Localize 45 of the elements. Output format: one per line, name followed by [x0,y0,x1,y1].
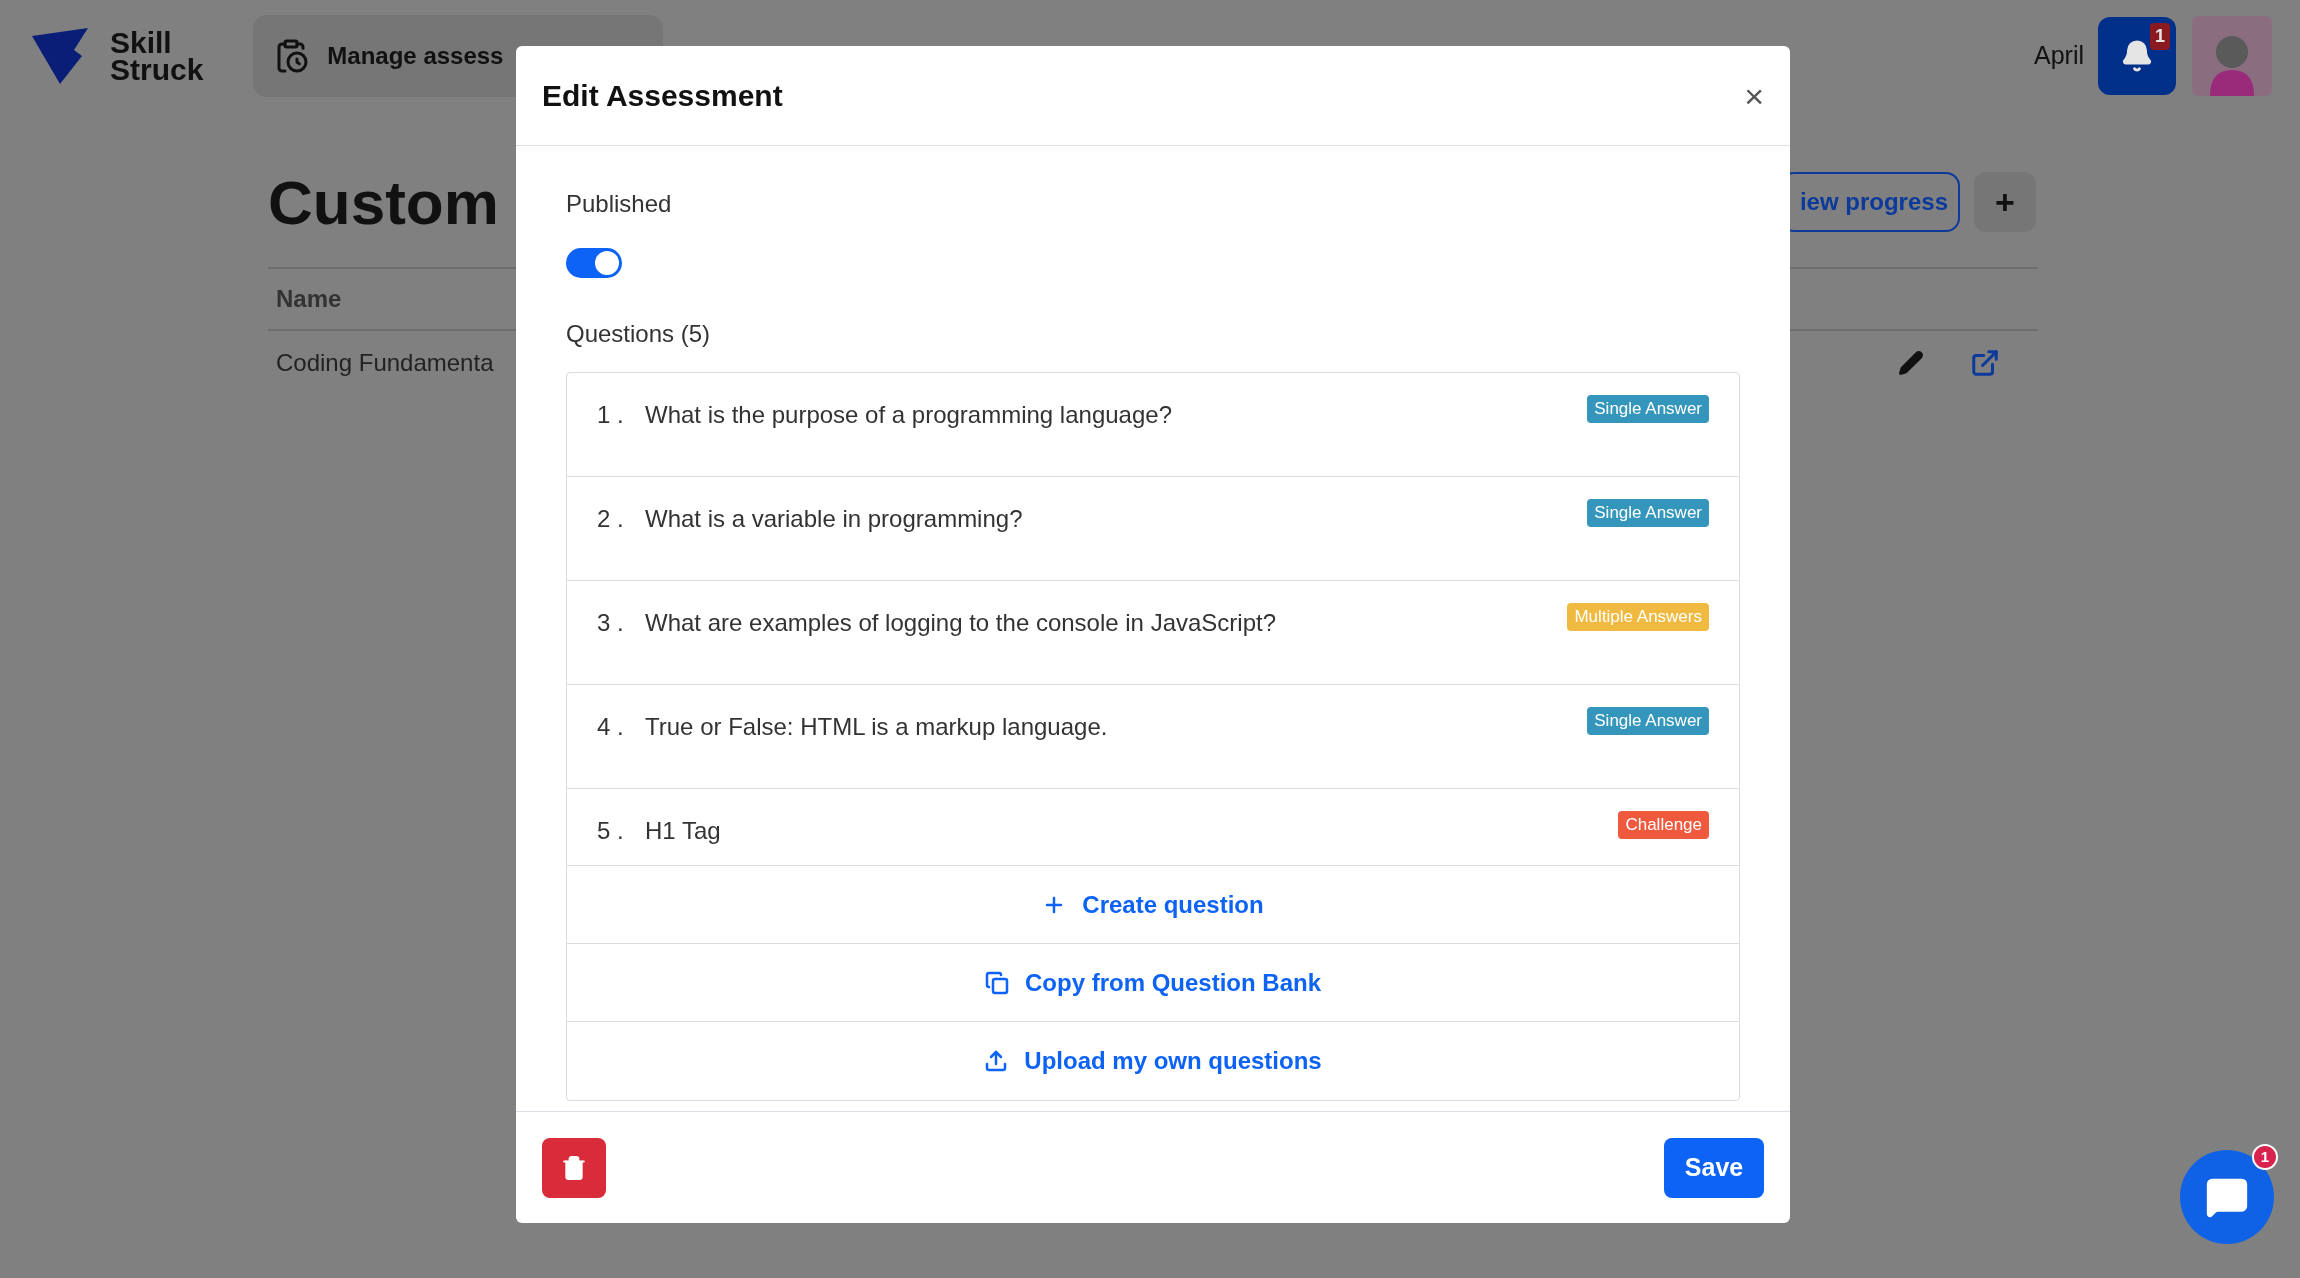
question-row[interactable]: 2 . What is a variable in programming? Single Answer [567,477,1739,581]
add-button[interactable]: + [1974,172,2036,232]
save-button[interactable]: Save [1664,1137,1764,1198]
logo-icon [30,26,90,86]
action-link[interactable]: Copy from Question Bank [985,964,1321,1001]
chat-count: 1 [2252,1144,2278,1170]
published-toggle[interactable] [566,248,622,278]
copy-icon [985,970,1009,995]
question-number: 1 . [597,400,625,430]
question-number: 4 . [597,712,625,742]
delete-button[interactable] [542,1137,606,1198]
upload-icon [984,1049,1009,1073]
questions-label: Questions (5) [566,319,712,349]
column-header: Name [276,284,342,314]
question-type-tag: Challenge [1618,811,1709,839]
question-type-tag: Single Answer [1587,707,1709,735]
close-button[interactable]: × [1744,78,1764,113]
question-row[interactable]: 3 . What are examples of logging to the console in JavaScript? Multiple Answers [567,581,1739,685]
notification-button[interactable]: 1 [2098,17,2176,95]
question-row[interactable]: 1 . What is the purpose of a programming language? Single Answer [567,373,1739,477]
bell-icon [2120,39,2154,73]
published-label: Published [566,189,673,219]
external-link-icon[interactable] [1970,348,2000,378]
notification-count: 1 [2150,23,2170,50]
action-link[interactable]: Create question [1042,886,1264,923]
question-number: 3 . [597,608,625,638]
question-type-tag: Multiple Answers [1567,603,1709,631]
brand-name: Skill Struck [110,29,204,83]
question-type-tag: Single Answer [1587,395,1709,423]
question-number: 5 . [597,816,625,846]
question-text: What is a variable in programming? [645,504,1024,534]
question-text: True or False: HTML is a markup language. [645,712,1109,742]
question-text: H1 Tag [645,816,722,846]
table-cell-text: Coding Fundamenta [276,348,494,378]
question-row[interactable]: 4 . True or False: HTML is a markup language. Single Answer [567,685,1739,789]
question-text: What are examples of logging to the console in JavaScript? [645,608,1278,638]
question-type-tag: Single Answer [1587,499,1709,527]
pencil-icon[interactable] [1898,350,1924,376]
user-name: April [2034,40,2084,72]
question-row[interactable]: 5 . H1 Tag Challenge [567,789,1739,866]
question-number: 2 . [597,504,625,534]
action-link[interactable]: Upload my own questions [984,1043,1322,1079]
page-title: Custom [268,166,499,239]
trash-icon [561,1154,587,1181]
question-text: What is the purpose of a programming language? [645,400,1173,430]
